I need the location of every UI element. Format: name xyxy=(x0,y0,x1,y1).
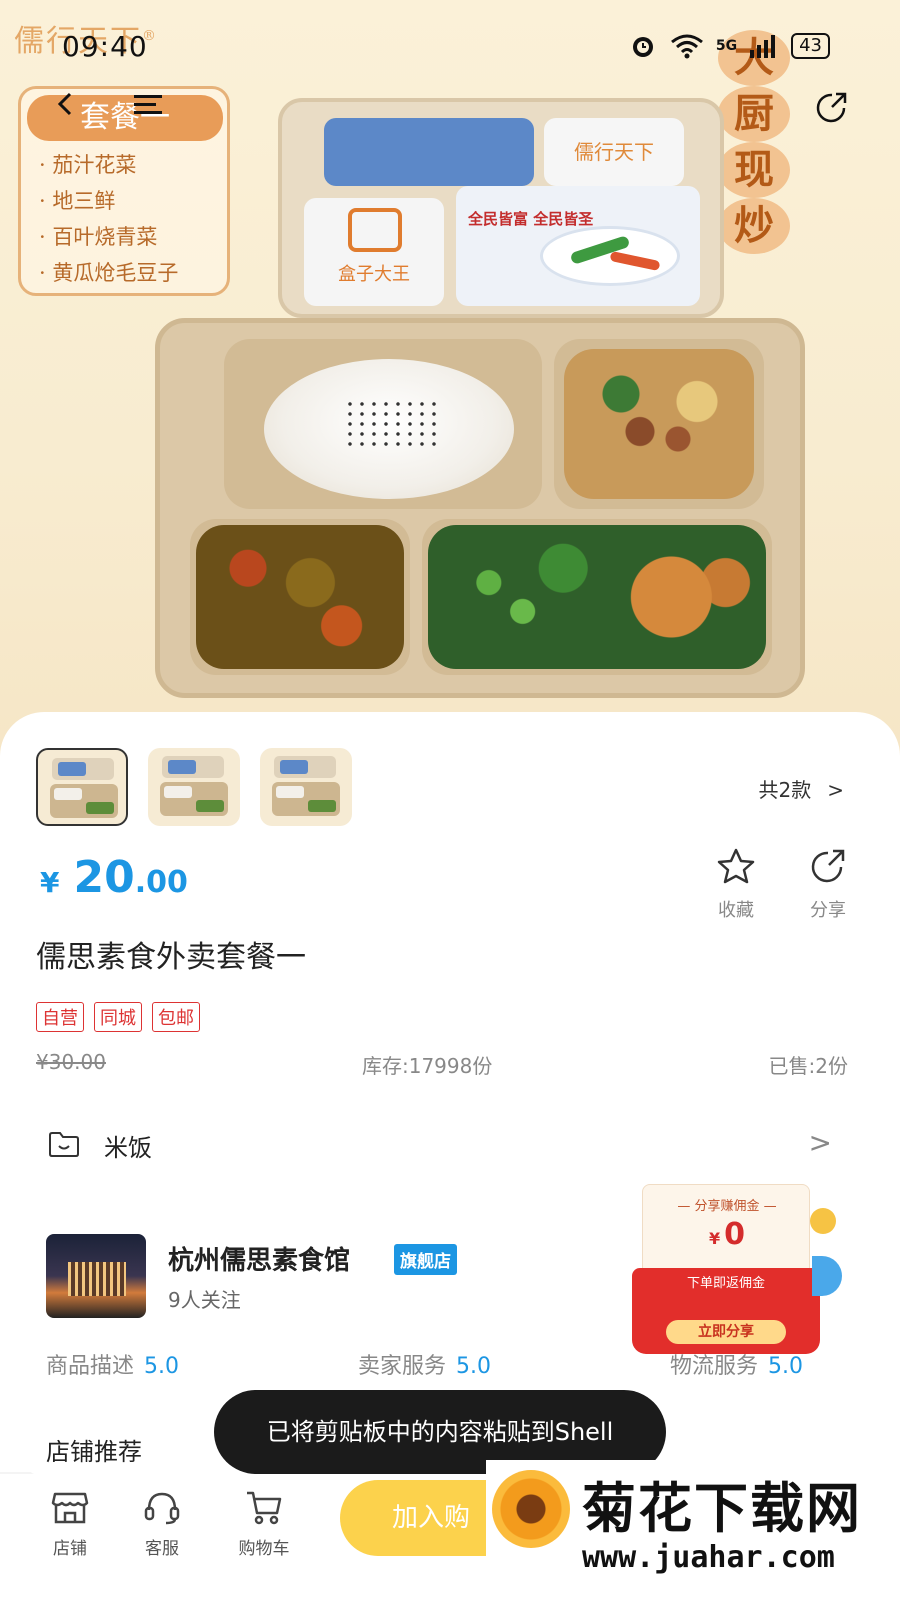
tray-curry xyxy=(190,519,410,675)
store-recommend-title: 店铺推荐 xyxy=(46,1438,142,1466)
variants-label: 共2款 xyxy=(758,778,812,802)
site-watermark: 菊花下载网 www.juahar.com xyxy=(486,1460,900,1600)
menu-card-item: 黄瓜炝毛豆子 xyxy=(39,255,178,291)
box-lid: 儒行天下 盒子大王 全民皆富 全民皆圣 xyxy=(278,98,724,318)
flower-logo-icon xyxy=(492,1470,570,1548)
watermark-title: 菊花下载网 xyxy=(582,1477,862,1540)
tab-service[interactable]: 客服 xyxy=(122,1488,202,1559)
store-followers: 9人关注 xyxy=(168,1288,241,1312)
tray-nuts xyxy=(554,339,764,509)
lid-panel-photo xyxy=(324,118,534,186)
tab-store[interactable]: 店铺 xyxy=(30,1488,110,1559)
rating-description: 商品描述 5.0 xyxy=(46,1354,180,1379)
chef-badge-char: 炒 xyxy=(718,198,790,254)
lid-panel-brand: 儒行天下 xyxy=(544,118,684,186)
store-photo xyxy=(46,1234,146,1318)
network-label: 5G xyxy=(715,38,738,54)
product-hero-image[interactable]: 儒行天下® 套餐一 茄汁花菜 地三鲜 百叶烧青菜 黄瓜炝毛豆子 大 厨 现 炒 … xyxy=(0,0,900,760)
chevron-right-icon: > xyxy=(808,1126,832,1159)
option-row[interactable]: 米饭 > xyxy=(24,1102,860,1186)
menu-icon[interactable] xyxy=(132,92,164,118)
thumbnail-2[interactable] xyxy=(148,748,240,826)
promo-title: — 分享赚佣金 — xyxy=(677,1199,777,1214)
tag-self-operated: 自营 xyxy=(36,1002,84,1032)
chevron-right-icon: > xyxy=(827,778,844,802)
original-price: ¥30.00 xyxy=(36,1050,106,1074)
price-decimal: .00 xyxy=(134,865,188,900)
chef-badge-char: 厨 xyxy=(718,86,790,142)
thumbnail-3[interactable] xyxy=(260,748,352,826)
menu-card-item: 茄汁花菜 xyxy=(39,147,178,183)
chef-badge: 大 厨 现 炒 xyxy=(714,30,794,254)
headset-icon xyxy=(144,1492,180,1525)
price-currency: ¥ xyxy=(40,866,60,899)
rating-service: 卖家服务 5.0 xyxy=(358,1354,492,1379)
product-title: 儒思素食外卖套餐一 xyxy=(36,940,306,975)
folder-icon xyxy=(49,1132,79,1157)
option-label: 米饭 xyxy=(104,1134,152,1162)
menu-card-list: 茄汁花菜 地三鲜 百叶烧青菜 黄瓜炝毛豆子 xyxy=(39,147,178,291)
share-commission-promo[interactable]: — 分享赚佣金 — ¥0 下单即返佣金 立即分享 xyxy=(632,1184,842,1354)
variants-link[interactable]: 共2款 > xyxy=(759,774,845,803)
lid-panel-boxking: 盒子大王 xyxy=(304,198,444,306)
chef-badge-char: 现 xyxy=(718,142,790,198)
watermark-url: www.juahar.com xyxy=(582,1540,835,1575)
menu-card: 套餐一 茄汁花菜 地三鲜 百叶烧青菜 黄瓜炝毛豆子 xyxy=(18,86,230,296)
lid-panel-dish: 全民皆富 全民皆圣 xyxy=(456,186,700,306)
boxking-text: 盒子大王 xyxy=(338,264,410,285)
thumbnail-strip xyxy=(36,748,352,826)
star-icon xyxy=(717,848,755,884)
coin-icon xyxy=(810,1208,836,1234)
favorite-button[interactable]: 收藏 xyxy=(706,848,766,922)
share-label: 分享 xyxy=(810,900,846,921)
sold-count: 已售:2份 xyxy=(768,1054,848,1078)
promo-subtitle: 下单即返佣金 xyxy=(686,1276,765,1291)
product-tags: 自营 同城 包邮 xyxy=(36,1002,200,1032)
store-icon xyxy=(51,1492,89,1524)
status-time: 09:40 xyxy=(62,30,148,63)
tag-free-shipping: 包邮 xyxy=(152,1002,200,1032)
tab-cart[interactable]: 购物车 xyxy=(224,1488,304,1559)
share-button[interactable]: 分享 xyxy=(798,848,858,922)
share-icon xyxy=(811,849,845,883)
menu-card-item: 百叶烧青菜 xyxy=(39,219,178,255)
tray-rice xyxy=(224,339,542,509)
thumbnail-1[interactable] xyxy=(36,748,128,826)
price-integer: 20 xyxy=(73,852,135,903)
store-name: 杭州儒思素食馆 xyxy=(168,1246,351,1276)
favorite-label: 收藏 xyxy=(718,900,754,921)
store-badge: 旗舰店 xyxy=(394,1244,457,1275)
signal-icon xyxy=(750,35,776,58)
cart-icon xyxy=(247,1491,282,1525)
food-tray xyxy=(155,318,805,698)
boxking-logo xyxy=(348,208,402,252)
stock-count: 库存:17998份 xyxy=(362,1054,493,1078)
tab-service-label: 客服 xyxy=(145,1539,179,1559)
promo-share-button[interactable]: 立即分享 xyxy=(666,1320,786,1344)
status-icons: 5G 43 xyxy=(628,32,830,60)
tab-cart-label: 购物车 xyxy=(238,1539,290,1559)
battery-indicator: 43 xyxy=(791,33,830,59)
alarm-icon xyxy=(632,37,653,57)
tab-store-label: 店铺 xyxy=(53,1539,87,1559)
menu-card-item: 地三鲜 xyxy=(39,183,178,219)
promo-amount: ¥0 xyxy=(708,1217,745,1252)
lid-slogan: 全民皆富 全民皆圣 xyxy=(468,210,594,228)
back-arrow-icon[interactable] xyxy=(52,90,80,118)
tag-same-city: 同城 xyxy=(94,1002,142,1032)
wifi-icon xyxy=(670,34,703,59)
share-icon[interactable] xyxy=(814,90,850,126)
price: ¥20.00 xyxy=(40,852,188,903)
tray-vegetables xyxy=(422,519,772,675)
